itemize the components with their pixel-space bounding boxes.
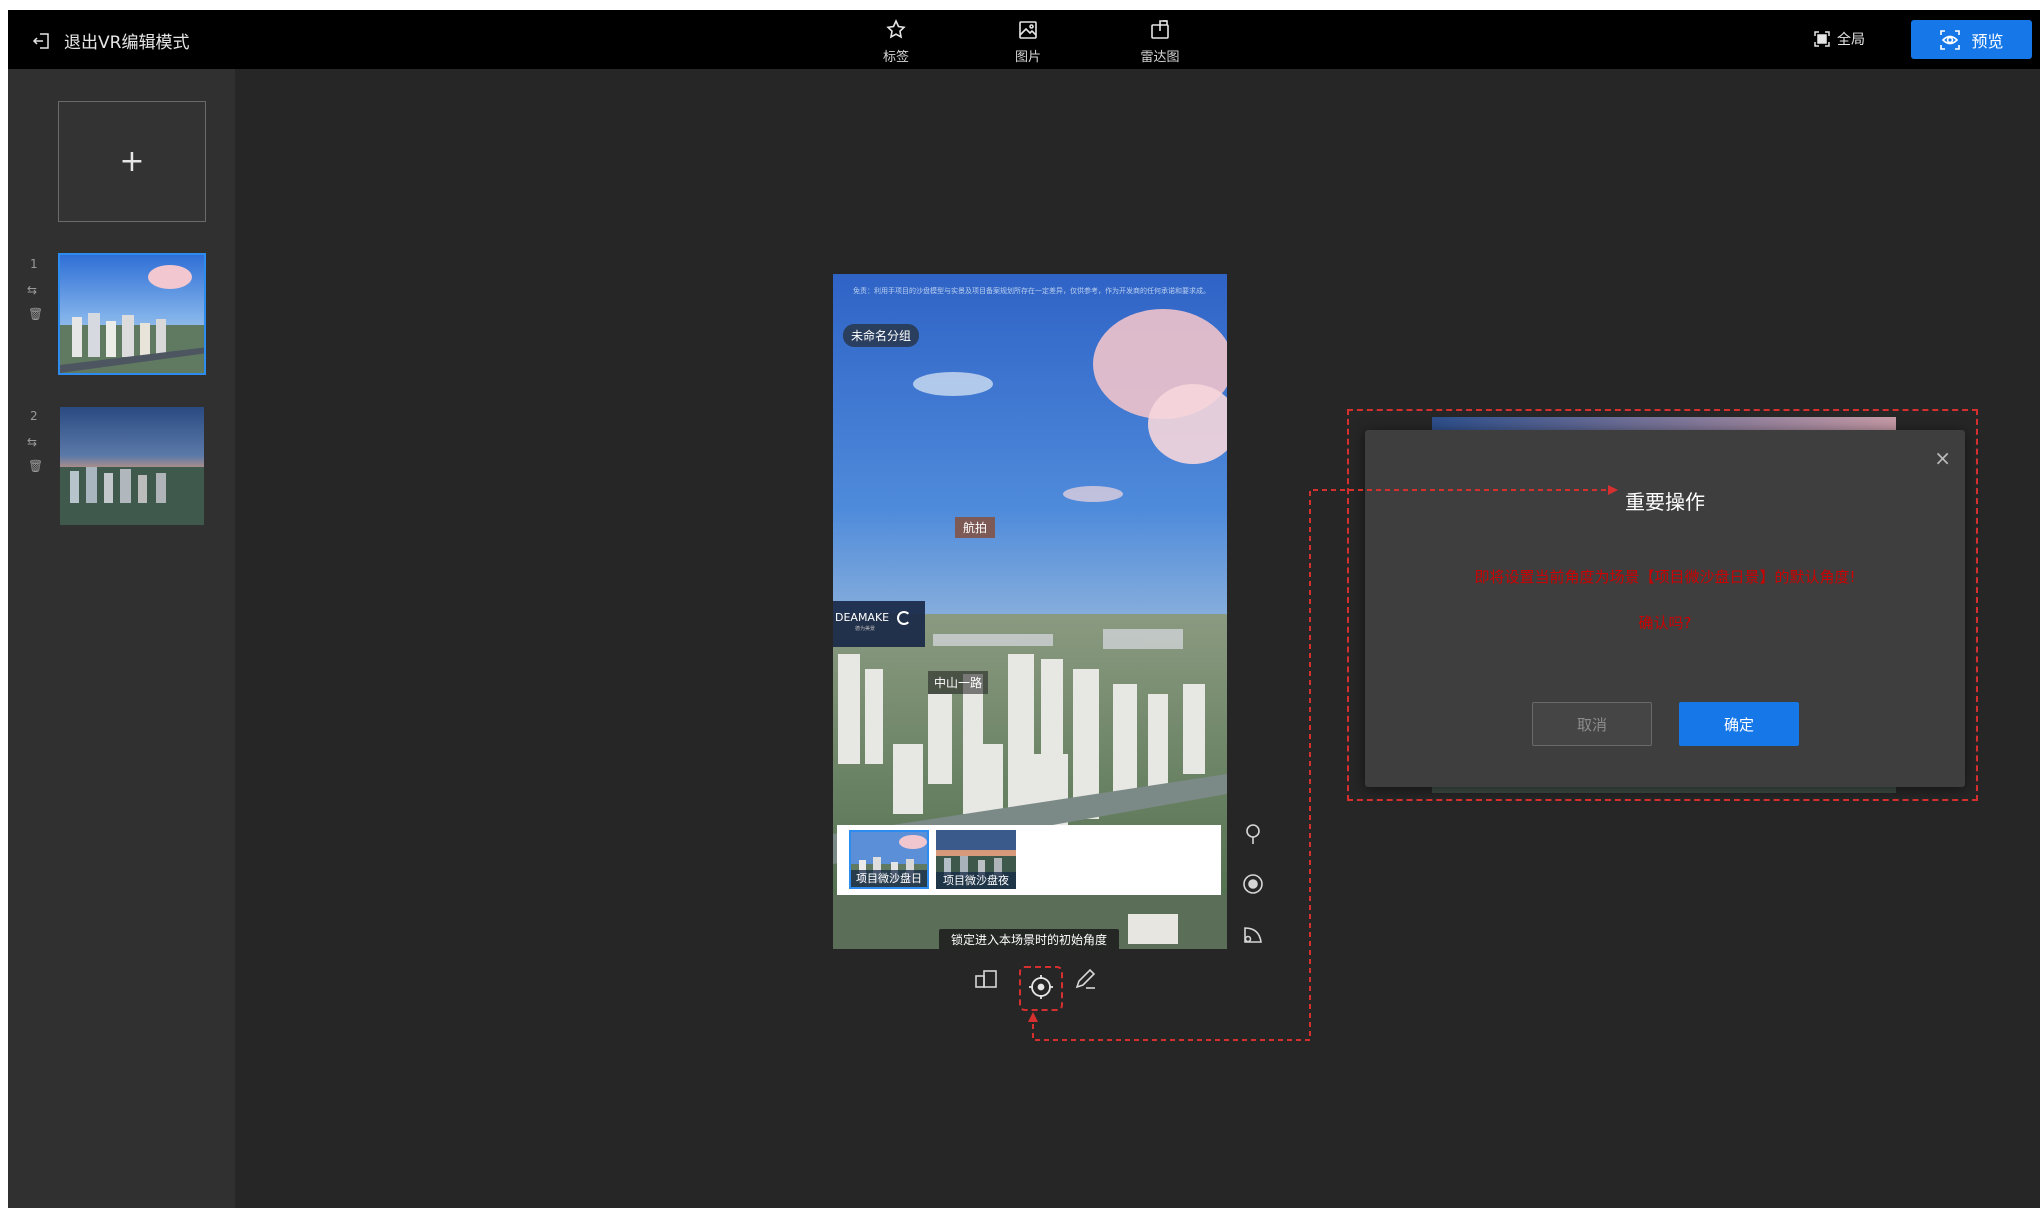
- strip-scene-day[interactable]: 项目微沙盘日: [849, 830, 929, 889]
- group-tag[interactable]: 未命名分组: [843, 324, 920, 347]
- record-icon[interactable]: [1241, 872, 1265, 896]
- scene-thumbnail-day[interactable]: [58, 253, 206, 375]
- logo-ring-icon: [896, 611, 911, 625]
- tool-radar-button[interactable]: 雷达图: [1120, 16, 1200, 65]
- image-icon: [1019, 21, 1037, 39]
- phone-preview[interactable]: 免责：利用手项目的沙盘模型与实景及项目备案规划所存在一定差异，仅供参考，作为开发…: [833, 274, 1227, 949]
- scene-item: 1 ⇆ 🗑: [8, 253, 235, 377]
- scene-index: 2: [30, 409, 38, 423]
- radar-icon: [1151, 20, 1169, 39]
- sort-icon[interactable]: ⇆: [27, 283, 37, 297]
- preview-label: 预览: [1971, 31, 2004, 51]
- fullscreen-icon: [1814, 31, 1830, 47]
- plus-icon: +: [119, 144, 145, 179]
- brand-logo: DEAMAKE 德为美景: [833, 601, 925, 647]
- exit-edit-mode-label: 退出VR编辑模式: [64, 33, 190, 53]
- scene-night-image: [60, 407, 204, 525]
- exit-icon: [32, 32, 49, 49]
- disclaimer-text: 免责：利用手项目的沙盘模型与实景及项目备案规划所存在一定差异，仅供参考，作为开发…: [853, 287, 1210, 295]
- preview-button[interactable]: 预览: [1911, 20, 2032, 59]
- strip-scene-night[interactable]: 项目微沙盘夜: [936, 830, 1016, 889]
- strip-scene-day-label: 项目微沙盘日: [851, 870, 927, 887]
- location-pin-icon[interactable]: [1241, 822, 1265, 846]
- scene-item: 2 ⇆ 🗑: [8, 405, 235, 529]
- annotation-highlight-box: [1019, 966, 1063, 1011]
- scene-thumbnail-night[interactable]: [58, 405, 206, 527]
- annotation-dialog-frame: [1347, 409, 1978, 801]
- tool-tag-label: 标签: [882, 50, 909, 65]
- edit-pencil-icon[interactable]: [1072, 966, 1098, 992]
- hotspot-label-road[interactable]: 中山一路: [928, 671, 989, 694]
- trash-icon[interactable]: 🗑: [28, 459, 43, 473]
- top-toolbar: 退出VR编辑模式 标签 图片 雷达图 全局 预览: [8, 10, 2040, 69]
- fullscreen-label: 全局: [1837, 32, 1865, 48]
- eye-icon: [1940, 29, 1961, 50]
- brand-logo-subtitle: 德为美景: [855, 626, 876, 632]
- set-initial-angle-tooltip: 锁定进入本场景时的初始角度: [939, 929, 1120, 949]
- sort-icon[interactable]: ⇆: [27, 435, 37, 449]
- scene-sidebar: + 1 ⇆ 🗑 2 ⇆ 🗑: [8, 69, 235, 1208]
- tool-radar-label: 雷达图: [1140, 50, 1180, 65]
- trash-icon[interactable]: 🗑: [28, 307, 43, 321]
- fullscreen-button[interactable]: 全局: [1813, 29, 1865, 49]
- pin-star-icon: [886, 19, 906, 39]
- layout-icon[interactable]: [973, 966, 999, 992]
- tool-image-label: 图片: [1014, 50, 1041, 65]
- exit-edit-mode-button[interactable]: 退出VR编辑模式: [32, 28, 189, 53]
- vr-editor-app: 退出VR编辑模式 标签 图片 雷达图 全局 预览 + 1 ⇆ 🗑 2 ⇆ 🗑 免…: [8, 10, 2040, 1208]
- add-scene-button[interactable]: +: [58, 101, 206, 222]
- tool-image-button[interactable]: 图片: [988, 16, 1068, 65]
- hotspot-label-aerial[interactable]: 航拍: [955, 517, 996, 538]
- radar-scan-icon[interactable]: [1241, 922, 1265, 946]
- tool-tag-button[interactable]: 标签: [856, 16, 936, 65]
- scene-day-image: [60, 255, 204, 373]
- strip-scene-night-label: 项目微沙盘夜: [936, 872, 1016, 889]
- brand-logo-text: DEAMAKE: [835, 611, 890, 624]
- scene-switcher-strip: 项目微沙盘日 项目微沙盘夜: [837, 825, 1221, 895]
- scene-index: 1: [30, 257, 38, 271]
